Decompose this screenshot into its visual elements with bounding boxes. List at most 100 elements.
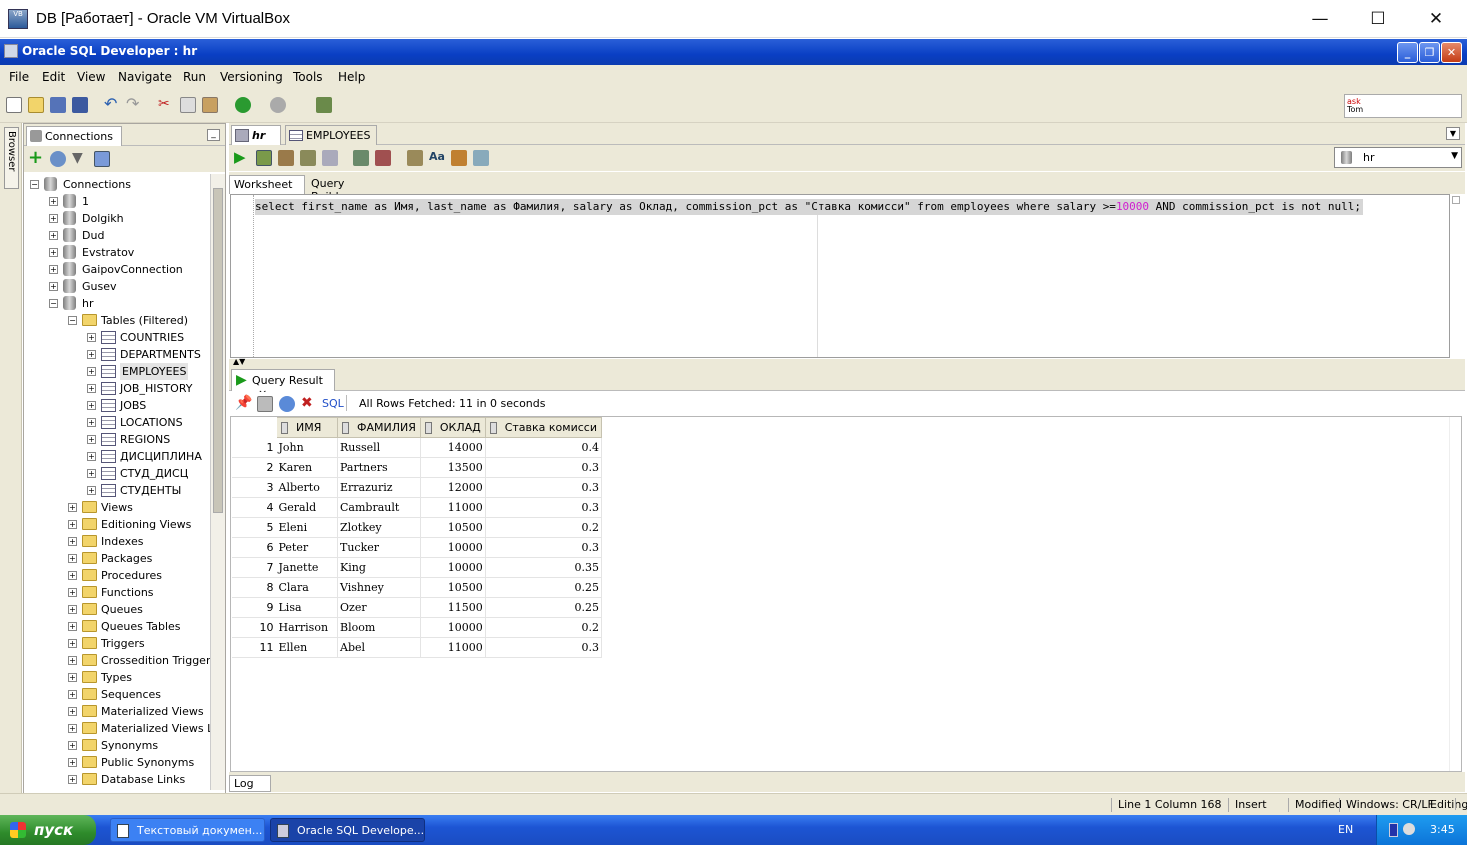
expand-icon[interactable]: + <box>87 469 96 478</box>
tree-node-folder-11[interactable]: + Sequences <box>24 686 210 703</box>
tree-node-folder-9[interactable]: + Crossedition Triggers <box>24 652 210 669</box>
table-row[interactable]: 10 Harrison Bloom 10000 0.2 <box>231 617 602 638</box>
tree-node-folder-15[interactable]: + Public Synonyms <box>24 754 210 771</box>
tree-node-folder-6[interactable]: + Queues <box>24 601 210 618</box>
editor-scrollbar[interactable] <box>1451 194 1463 358</box>
table-row[interactable]: 6 Peter Tucker 10000 0.3 <box>231 537 602 558</box>
cell-salary[interactable]: 11000 <box>420 637 486 658</box>
cell-name[interactable]: Janette <box>276 557 338 578</box>
tree-node-folder-13[interactable]: + Materialized Views Logs <box>24 720 210 737</box>
tree-node-folder-0[interactable]: + Views <box>24 499 210 516</box>
expand-icon[interactable]: + <box>68 605 77 614</box>
tree-node-conn-0[interactable]: +1 <box>24 193 210 210</box>
minimize-panel-icon[interactable]: _ <box>207 129 220 141</box>
tree-node-folder-7[interactable]: + Queues Tables <box>24 618 210 635</box>
table-row[interactable]: 4 Gerald Cambrault 11000 0.3 <box>231 497 602 518</box>
tree-node-table-8[interactable]: + СТУД_ДИСЦ <box>24 465 210 482</box>
table-row[interactable]: 8 Clara Vishney 10500 0.25 <box>231 577 602 598</box>
cell-commission[interactable]: 0.3 <box>485 637 602 658</box>
cell-surname[interactable]: Errazuriz <box>337 477 421 498</box>
tree-node-conn-3[interactable]: + Evstratov <box>24 244 210 261</box>
add-connection-icon[interactable]: + <box>28 149 44 167</box>
expand-icon[interactable]: + <box>68 758 77 767</box>
cell-name[interactable]: Karen <box>276 457 338 478</box>
expand-icon[interactable]: + <box>87 401 96 410</box>
delete-icon[interactable]: ✖ <box>301 396 317 412</box>
cell-commission[interactable]: 0.25 <box>485 577 602 598</box>
expand-icon[interactable]: + <box>49 265 58 274</box>
forward-icon[interactable] <box>270 97 286 113</box>
menu-edit[interactable]: Edit <box>42 70 65 84</box>
tab-employees[interactable]: EMPLOYEES × <box>285 125 377 155</box>
cell-surname[interactable]: Partners <box>337 457 421 478</box>
paste-icon[interactable] <box>202 97 218 113</box>
tree-scrollbar[interactable] <box>210 174 225 790</box>
run-script-icon[interactable] <box>256 150 272 166</box>
tree-node-folder-8[interactable]: + Triggers <box>24 635 210 652</box>
refresh-icon[interactable] <box>50 151 66 167</box>
cut-icon[interactable]: ✂ <box>158 97 174 113</box>
expand-icon[interactable]: + <box>49 282 58 291</box>
connection-select[interactable]: hr ▼ <box>1334 147 1462 168</box>
tab-list-icon[interactable]: ▼ <box>1446 127 1460 140</box>
cell-name[interactable]: Alberto <box>276 477 338 498</box>
cell-salary[interactable]: 10500 <box>420 577 486 598</box>
expand-icon[interactable]: + <box>49 214 58 223</box>
col-header-commission[interactable]: Ставка комисси <box>484 417 602 438</box>
app-minimize-button[interactable]: _ <box>1397 42 1418 63</box>
cell-surname[interactable]: Tucker <box>337 537 421 558</box>
tree-node-folder-10[interactable]: + Types <box>24 669 210 686</box>
menu-versioning[interactable]: Versioning <box>220 70 283 84</box>
split-arrows-icon[interactable]: ▲▼ <box>233 357 245 366</box>
cell-salary[interactable]: 10000 <box>420 557 486 578</box>
tree-scroll-thumb[interactable] <box>213 188 223 513</box>
table-row[interactable]: 11 Ellen Abel 11000 0.3 <box>231 637 602 658</box>
collapse-icon[interactable]: − <box>30 180 39 189</box>
tree-node-table-5[interactable]: + LOCATIONS <box>24 414 210 431</box>
undo-icon[interactable]: ↶ <box>104 96 120 113</box>
explain-plan-icon[interactable] <box>300 150 316 166</box>
history-icon[interactable] <box>473 150 489 166</box>
tree-node-folder-1[interactable]: + Editioning Views <box>24 516 210 533</box>
tree-node-table-4[interactable]: + JOBS <box>24 397 210 414</box>
menu-navigate[interactable]: Navigate <box>118 70 172 84</box>
cell-salary[interactable]: 11500 <box>420 597 486 618</box>
expand-icon[interactable]: + <box>68 503 77 512</box>
clear-icon[interactable] <box>451 150 467 166</box>
cell-name[interactable]: Ellen <box>276 637 338 658</box>
task-notepad[interactable]: Текстовый докумен... <box>110 818 265 842</box>
back-icon[interactable] <box>235 97 251 113</box>
unshared-sql-icon[interactable] <box>407 150 423 166</box>
tree-node-conn-2[interactable]: + Dud <box>24 227 210 244</box>
filter-icon[interactable]: ▼ <box>72 151 88 167</box>
cell-surname[interactable]: King <box>337 557 421 578</box>
resize-grip[interactable] <box>1455 798 1463 810</box>
print-icon[interactable] <box>257 396 273 412</box>
expand-icon[interactable]: + <box>87 333 96 342</box>
schema-browser-icon[interactable] <box>94 151 110 167</box>
table-row[interactable]: 9 Lisa Ozer 11500 0.25 <box>231 597 602 618</box>
tree-node-folder-3[interactable]: + Packages <box>24 550 210 567</box>
cell-commission[interactable]: 0.35 <box>485 557 602 578</box>
tree-node-table-3[interactable]: + JOB_HISTORY <box>24 380 210 397</box>
expand-icon[interactable]: + <box>68 588 77 597</box>
cell-commission[interactable]: 0.4 <box>485 437 602 458</box>
autotrace-icon[interactable] <box>278 150 294 166</box>
cell-commission[interactable]: 0.3 <box>485 497 602 518</box>
cell-name[interactable]: Eleni <box>276 517 338 538</box>
sql-link[interactable]: SQL <box>322 397 344 410</box>
open-icon[interactable] <box>28 97 44 113</box>
redo-icon[interactable]: ↷ <box>126 96 142 113</box>
tab-worksheet[interactable]: Worksheet <box>229 175 305 194</box>
col-header-name[interactable]: ИМЯ <box>276 417 338 438</box>
expand-icon[interactable]: + <box>87 367 96 376</box>
tree-node-folder-14[interactable]: + Synonyms <box>24 737 210 754</box>
cell-salary[interactable]: 10500 <box>420 517 486 538</box>
run-statement-icon[interactable]: ▶ <box>234 150 250 166</box>
menu-tools[interactable]: Tools <box>293 70 323 84</box>
cell-surname[interactable]: Russell <box>337 437 421 458</box>
app-restore-button[interactable]: ❐ <box>1419 42 1440 63</box>
col-header-salary[interactable]: ОКЛАД <box>419 417 486 438</box>
collapse-icon[interactable]: − <box>68 316 77 325</box>
task-sqldeveloper[interactable]: Oracle SQL Develope... <box>270 818 425 842</box>
